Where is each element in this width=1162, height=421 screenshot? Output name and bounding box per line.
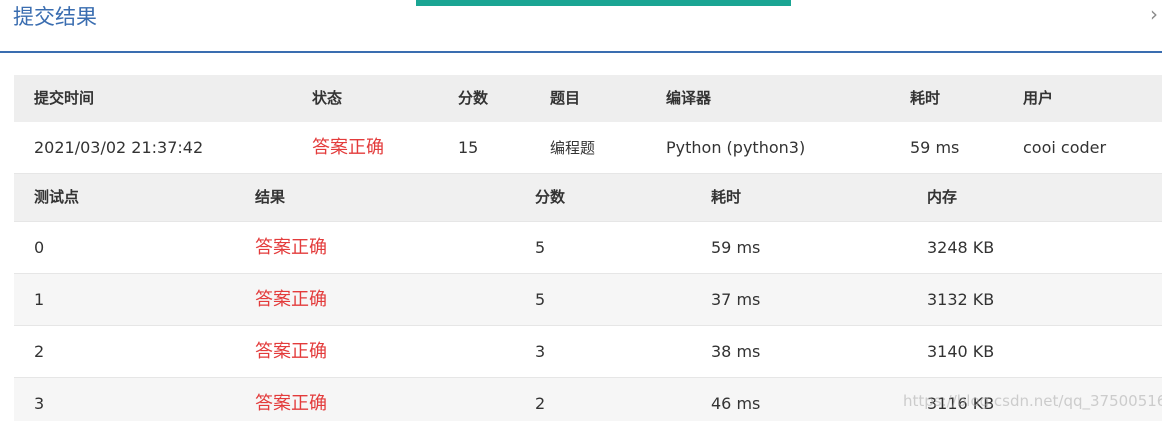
submission-row: 2021/03/02 21:37:42 答案正确 15 编程题 Python (… xyxy=(14,122,1162,174)
test-case-id: 3 xyxy=(34,394,45,413)
test-header-row: 测试点 结果 分数 耗时 内存 xyxy=(14,174,1162,221)
table-row: 2 答案正确 3 38 ms 3140 KB xyxy=(14,325,1162,377)
test-case-id: 2 xyxy=(34,342,45,361)
column-header-submit-time: 提交时间 xyxy=(34,89,95,107)
test-score: 2 xyxy=(535,394,546,413)
test-memory: 3140 KB xyxy=(927,342,995,361)
column-header-score: 分数 xyxy=(458,89,489,107)
problem-link[interactable]: 编程题 xyxy=(550,122,595,174)
column-header-test-time: 耗时 xyxy=(711,188,742,206)
chevron-right-icon[interactable]: › xyxy=(1150,3,1158,25)
page-title: 提交结果 xyxy=(13,5,97,29)
compiler-name: Python (python3) xyxy=(666,138,806,157)
test-score: 5 xyxy=(535,290,546,309)
submission-elapsed: 59 ms xyxy=(910,138,960,157)
column-header-memory: 内存 xyxy=(927,188,958,206)
test-time: 59 ms xyxy=(711,238,761,257)
test-memory: 3248 KB xyxy=(927,238,995,257)
submission-score: 15 xyxy=(458,138,479,157)
column-header-compiler: 编译器 xyxy=(666,89,712,107)
test-case-id: 0 xyxy=(34,238,45,257)
column-header-problem: 题目 xyxy=(550,89,581,107)
test-result: 答案正确 xyxy=(255,237,327,258)
column-header-result: 结果 xyxy=(255,188,286,206)
column-header-test-score: 分数 xyxy=(535,188,566,206)
test-case-id: 1 xyxy=(34,290,45,309)
test-time: 37 ms xyxy=(711,290,761,309)
user-link[interactable]: cooi coder xyxy=(1023,122,1106,174)
test-result: 答案正确 xyxy=(255,341,327,362)
table-row: 0 答案正确 5 59 ms 3248 KB xyxy=(14,221,1162,273)
watermark: https://blog.csdn.net/qq_37500516 xyxy=(903,392,1162,410)
test-score: 3 xyxy=(535,342,546,361)
status-badge: 答案正确 xyxy=(312,137,384,158)
submission-header-row: 提交时间 状态 分数 题目 编译器 耗时 用户 xyxy=(14,75,1162,122)
test-score: 5 xyxy=(535,238,546,257)
submission-table: 提交时间 状态 分数 题目 编译器 耗时 用户 2021/03/02 21:37… xyxy=(14,75,1162,421)
table-row: 1 答案正确 5 37 ms 3132 KB xyxy=(14,273,1162,325)
submission-result-page: 提交结果 › 提交时间 状态 分数 题目 编译器 耗时 用户 2021/03/0… xyxy=(0,0,1162,421)
test-memory: 3132 KB xyxy=(927,290,995,309)
test-result: 答案正确 xyxy=(255,393,327,414)
column-header-elapsed: 耗时 xyxy=(910,89,941,107)
submit-time: 2021/03/02 21:37:42 xyxy=(34,138,204,157)
test-result: 答案正确 xyxy=(255,289,327,310)
column-header-test-case: 测试点 xyxy=(34,188,80,206)
header: 提交结果 › xyxy=(0,0,1162,53)
test-time: 38 ms xyxy=(711,342,761,361)
test-time: 46 ms xyxy=(711,394,761,413)
column-header-user: 用户 xyxy=(1023,89,1054,107)
column-header-status: 状态 xyxy=(312,89,343,107)
